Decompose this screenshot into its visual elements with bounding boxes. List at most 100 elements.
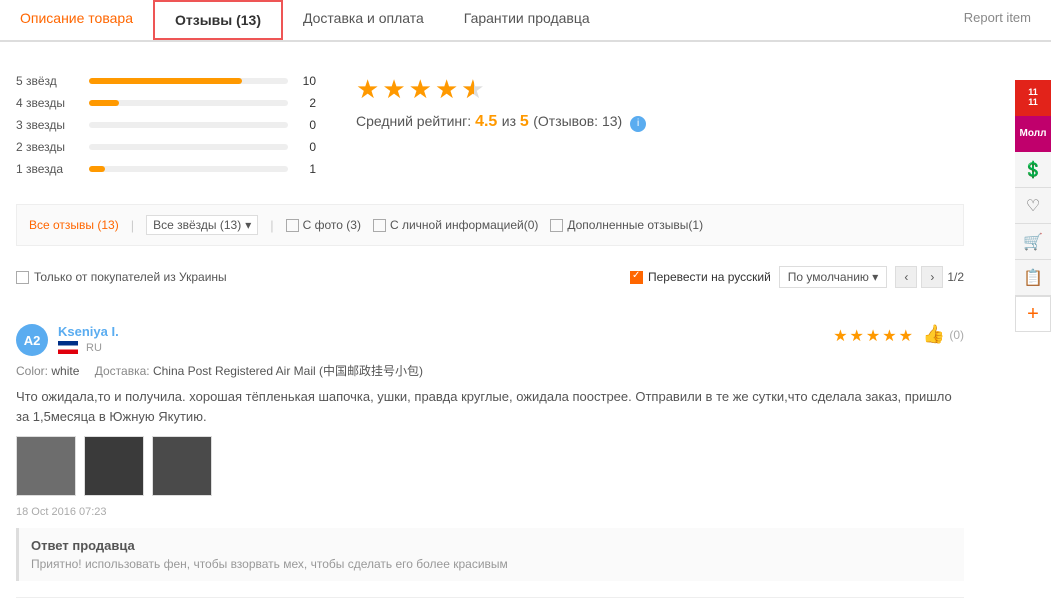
filter-all-stars[interactable]: Все звёзды (13) — [146, 215, 258, 235]
sidebar-11-11[interactable]: 1111 — [1015, 80, 1051, 116]
info-icon[interactable]: i — [630, 116, 646, 132]
reviewer-info: Kseniya I. RU — [58, 324, 823, 354]
delivery-label: Доставка: — [95, 364, 150, 378]
filter-with-info[interactable]: С личной информацией(0) — [373, 218, 538, 232]
rating-text: Средний рейтинг: 4.5 из 5 (Отзывов: 13) … — [356, 113, 964, 132]
sidebar-dollar[interactable]: 💲 — [1015, 152, 1051, 188]
rev-star-3: ★ — [866, 326, 880, 346]
review-image-3[interactable] — [152, 436, 212, 496]
average-label: Средний рейтинг: — [356, 113, 471, 129]
with-info-label: С личной информацией(0) — [390, 218, 538, 232]
bar-background — [89, 78, 288, 84]
filter-all-stars-label: Все звёзды (13) — [153, 218, 241, 232]
review-body: Что ожидала,то и получила. хорошая тёпле… — [16, 387, 964, 426]
tab-guarantee[interactable]: Гарантии продавца — [444, 0, 610, 40]
page-info: 1/2 — [947, 270, 964, 284]
review-date: 18 Oct 2016 07:23 — [16, 506, 964, 518]
sidebar-heart[interactable]: ♡ — [1015, 188, 1051, 224]
bar-background — [89, 100, 288, 106]
review-image-2[interactable] — [84, 436, 144, 496]
ukraine-checkbox[interactable] — [16, 271, 29, 284]
color-value: white — [51, 364, 82, 378]
bar-fill — [89, 78, 242, 84]
chevron-down-icon — [245, 218, 251, 232]
with-photo-label: С фото (3) — [303, 218, 361, 232]
star-bar-row-5: 1 звезда 1 — [16, 162, 316, 176]
bar-background — [89, 144, 288, 150]
out-of-value: 5 — [520, 113, 533, 130]
reviewer-avatar: A2 — [16, 324, 48, 356]
sort-chevron-icon — [872, 270, 878, 284]
sidebar-mall[interactable]: Молл — [1015, 116, 1051, 152]
review-image-1[interactable] — [16, 436, 76, 496]
like-button[interactable]: 👍 (0) — [923, 324, 964, 345]
star-bar-label: 5 звёзд — [16, 74, 81, 88]
color-label: Color: — [16, 364, 48, 378]
star-bar-label: 4 звезды — [16, 96, 81, 110]
with-info-checkbox[interactable] — [373, 219, 386, 232]
reviewer-name: Kseniya I. — [58, 324, 823, 339]
with-photo-checkbox[interactable] — [286, 219, 299, 232]
star-2: ★ — [382, 74, 405, 105]
star-bar-row-3: 3 звезды 0 — [16, 118, 316, 132]
sort-select[interactable]: По умолчанию — [779, 266, 888, 288]
out-of-label: из — [502, 113, 516, 129]
seller-reply-title: Ответ продавца — [31, 538, 952, 553]
right-sidebar: 1111 Молл 💲 ♡ 🛒 📋 + — [1015, 80, 1051, 332]
star-4: ★ — [435, 74, 458, 105]
star-bar-label: 1 звезда — [16, 162, 81, 176]
filter-with-photo[interactable]: С фото (3) — [286, 218, 361, 232]
like-count: (0) — [949, 328, 964, 342]
tab-description[interactable]: Описание товара — [0, 0, 153, 40]
country-flag-icon — [58, 341, 78, 354]
tab-delivery[interactable]: Доставка и оплата — [283, 0, 444, 40]
seller-reply-text: Приятно! использовать фен, чтобы взорват… — [31, 557, 952, 571]
sidebar-cart[interactable]: 🛒 — [1015, 224, 1051, 260]
filter-row: Все отзывы (13) | Все звёзды (13) | С фо… — [16, 204, 964, 246]
report-item-link[interactable]: Report item — [944, 0, 1051, 40]
rev-star-5: ★ — [899, 326, 913, 346]
sidebar-sale-icon: 1111 — [1028, 88, 1038, 108]
filter-all-reviews[interactable]: Все отзывы (13) — [29, 218, 119, 232]
seller-reply: Ответ продавца Приятно! использовать фен… — [16, 528, 964, 581]
rev-star-4: ★ — [882, 326, 896, 346]
additional-label: Дополненные отзывы(1) — [567, 218, 703, 232]
star-1: ★ — [356, 74, 379, 105]
review-images — [16, 436, 964, 496]
review-header: A2 Kseniya I. RU ★ ★ ★ ★ ★ 👍 (0) — [16, 324, 964, 356]
star-bar-row-2: 4 звезды 2 — [16, 96, 316, 110]
star-bar-row-4: 2 звезды 0 — [16, 140, 316, 154]
average-value: 4.5 — [475, 113, 502, 130]
additional-checkbox[interactable] — [550, 219, 563, 232]
country-name: RU — [86, 342, 102, 354]
translate-toggle[interactable]: Перевести на русский — [630, 270, 771, 284]
review-stars: ★ ★ ★ ★ ★ — [833, 326, 913, 346]
sort-label: По умолчанию — [788, 270, 869, 284]
page-nav: ‹ › 1/2 — [895, 266, 964, 288]
next-page-button[interactable]: › — [921, 266, 943, 288]
star-bar-label: 2 звезды — [16, 140, 81, 154]
options-row: Только от покупателей из Украины Перевес… — [16, 258, 964, 296]
sidebar-clipboard[interactable]: 📋 — [1015, 260, 1051, 296]
star-3: ★ — [409, 74, 432, 105]
stars-display: ★ ★ ★ ★ ★ ★ — [356, 74, 964, 105]
filter-additional[interactable]: Дополненные отзывы(1) — [550, 218, 703, 232]
star-5-half: ★ ★ — [461, 74, 484, 105]
rating-summary: ★ ★ ★ ★ ★ ★ Средний рейтинг: 4.5 из 5 (О… — [356, 74, 964, 184]
translate-label: Перевести на русский — [648, 270, 771, 284]
star-bar-count: 0 — [296, 140, 316, 154]
review-item: A2 Kseniya I. RU ★ ★ ★ ★ ★ 👍 (0) Color: — [16, 308, 964, 598]
ukraine-only-toggle[interactable]: Только от покупателей из Украины — [16, 270, 227, 284]
options-left: Только от покупателей из Украины — [16, 270, 227, 284]
reviews-paren: (Отзывов: 13) — [533, 113, 622, 129]
bar-fill — [89, 100, 119, 106]
prev-page-button[interactable]: ‹ — [895, 266, 917, 288]
reviewer-country: RU — [58, 341, 823, 354]
rev-star-1: ★ — [833, 326, 847, 346]
sidebar-plus[interactable]: + — [1015, 296, 1051, 332]
star-bar-count: 0 — [296, 118, 316, 132]
rev-star-2: ★ — [850, 326, 864, 346]
bar-background — [89, 122, 288, 128]
tab-reviews[interactable]: Отзывы (13) — [153, 0, 283, 40]
translate-checkbox-icon[interactable] — [630, 271, 643, 284]
